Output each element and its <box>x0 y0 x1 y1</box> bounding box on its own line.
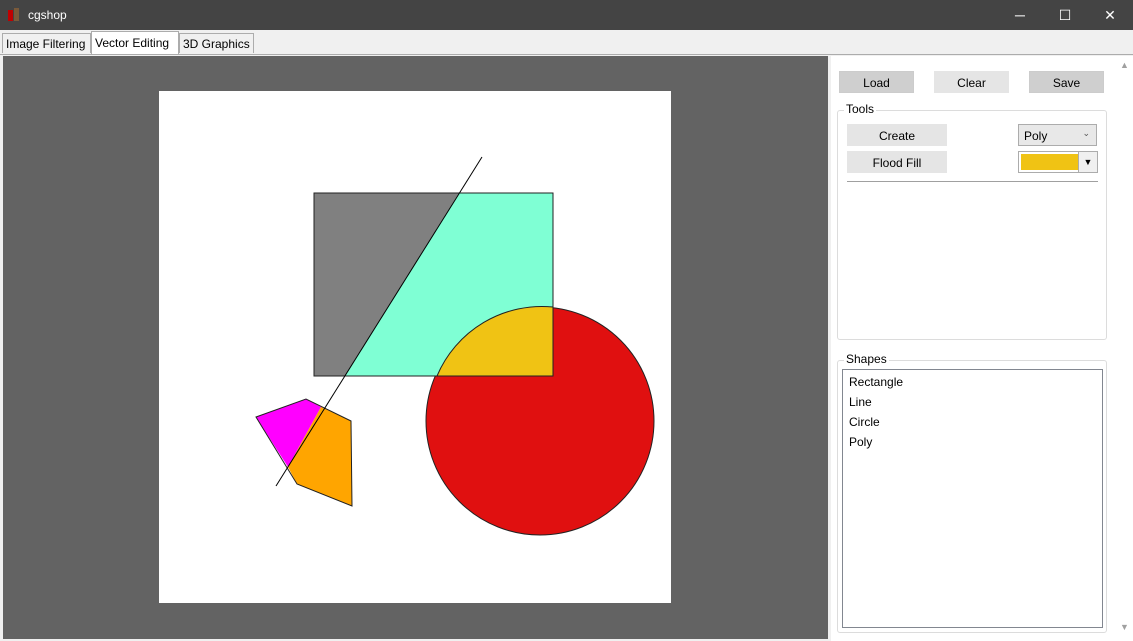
app-icon <box>8 8 19 21</box>
close-button[interactable]: ✕ <box>1087 0 1133 30</box>
list-item-circle[interactable]: Circle <box>849 415 880 429</box>
workspace <box>3 56 828 639</box>
chevron-down-icon: ⌄ <box>1082 128 1090 138</box>
tools-group: Tools Create Flood Fill Poly ⌄ ▼ <box>837 102 1107 340</box>
save-button[interactable]: Save <box>1029 71 1104 93</box>
shapes-group-label: Shapes <box>844 352 889 366</box>
clear-button[interactable]: Clear <box>934 71 1009 93</box>
scroll-down-icon[interactable]: ▼ <box>1120 622 1129 632</box>
load-button[interactable]: Load <box>839 71 914 93</box>
flood-fill-button[interactable]: Flood Fill <box>847 151 947 173</box>
shapes-group: Shapes Rectangle Line Circle Poly <box>837 352 1107 633</box>
vertical-scrollbar[interactable]: ▲ ▼ <box>1116 56 1133 641</box>
scroll-up-icon[interactable]: ▲ <box>1120 60 1129 70</box>
tools-divider <box>847 181 1098 182</box>
drawing-canvas[interactable] <box>3 56 828 639</box>
list-item-rectangle[interactable]: Rectangle <box>849 375 903 389</box>
maximize-button[interactable]: ☐ <box>1042 0 1088 30</box>
shape-type-select[interactable]: Poly ⌄ <box>1018 124 1097 146</box>
tab-3d-graphics[interactable]: 3D Graphics <box>179 33 254 53</box>
fill-color-picker[interactable]: ▼ <box>1018 151 1098 173</box>
tab-image-filtering[interactable]: Image Filtering <box>2 33 91 53</box>
title-bar: cgshop ─ ☐ ✕ <box>0 0 1133 30</box>
tab-strip: Image Filtering Vector Editing 3D Graphi… <box>0 30 1133 55</box>
tools-group-label: Tools <box>844 102 877 116</box>
tab-vector-editing[interactable]: Vector Editing <box>91 31 179 54</box>
shapes-list[interactable]: Rectangle Line Circle Poly <box>842 369 1103 628</box>
dropdown-arrow-icon[interactable]: ▼ <box>1078 152 1097 172</box>
create-button[interactable]: Create <box>847 124 947 146</box>
shape-type-value: Poly <box>1024 129 1048 143</box>
window-title: cgshop <box>28 8 67 22</box>
control-panel: Load Clear Save Tools Create Flood Fill … <box>831 56 1133 641</box>
list-item-line[interactable]: Line <box>849 395 872 409</box>
list-item-poly[interactable]: Poly <box>849 435 872 449</box>
color-swatch <box>1021 154 1078 170</box>
minimize-button[interactable]: ─ <box>997 0 1043 30</box>
